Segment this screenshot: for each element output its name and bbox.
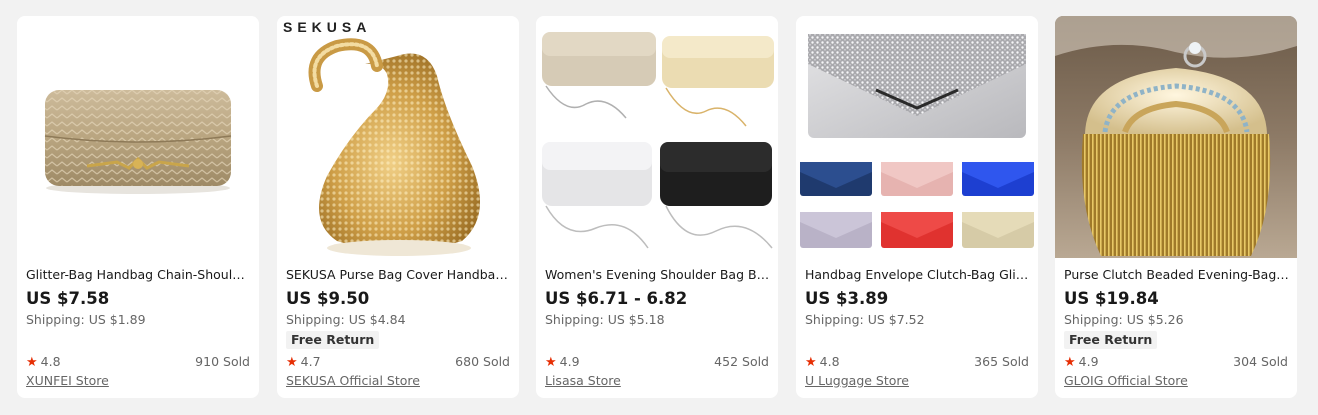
sold-count: 910 Sold <box>195 354 250 369</box>
star-icon: ★ <box>805 355 817 370</box>
product-image[interactable] <box>1055 16 1297 258</box>
store-link[interactable]: Lisasa Store <box>545 373 621 389</box>
product-grid: Glitter-Bag Handbag Chain-Shoulder-Bag E… <box>17 16 1299 398</box>
product-title[interactable]: Glitter-Bag Handbag Chain-Shoulder-Bag E… <box>26 266 252 284</box>
product-card[interactable]: Handbag Envelope Clutch-Bag Glitter Sequ… <box>796 16 1038 398</box>
free-return-badge: Free Return <box>286 331 380 349</box>
rating-value: 4.8 <box>40 354 61 369</box>
rating-value: 4.7 <box>300 354 321 369</box>
product-price: US $19.84 <box>1064 289 1159 308</box>
rating-row: ★ 4.8 910 Sold <box>26 354 250 370</box>
product-title[interactable]: Handbag Envelope Clutch-Bag Glitter Sequ… <box>805 266 1031 284</box>
store-link[interactable]: SEKUSA Official Store <box>286 373 420 389</box>
brand-logo: SEKUSA <box>283 19 371 35</box>
sold-count: 304 Sold <box>1233 354 1288 369</box>
rating-row: ★ 4.8 365 Sold <box>805 354 1029 370</box>
product-price: US $3.89 <box>805 289 889 308</box>
sold-count: 365 Sold <box>974 354 1029 369</box>
star-icon: ★ <box>1064 355 1076 370</box>
free-return-badge: Free Return <box>1064 331 1158 349</box>
star-icon: ★ <box>545 355 557 370</box>
sold-count: 680 Sold <box>455 354 510 369</box>
rating-row: ★ 4.9 304 Sold <box>1064 354 1288 370</box>
product-card[interactable]: SEKUSA SEKUSA Purse Bag Cover Handbag Di… <box>277 16 519 398</box>
shipping-cost: Shipping: US $4.84 <box>286 312 406 327</box>
shipping-cost: Shipping: US $5.18 <box>545 312 665 327</box>
store-link[interactable]: U Luggage Store <box>805 373 909 389</box>
store-link[interactable]: GLOIG Official Store <box>1064 373 1188 389</box>
sold-count: 452 Sold <box>714 354 769 369</box>
product-title[interactable]: Women's Evening Shoulder Bag Bright Silk… <box>545 266 771 284</box>
rating-value: 4.9 <box>559 354 580 369</box>
rating-row: ★ 4.7 680 Sold <box>286 354 510 370</box>
product-title[interactable]: Purse Clutch Beaded Evening-Bags Tassel … <box>1064 266 1290 284</box>
product-image[interactable]: SEKUSA <box>277 16 519 258</box>
product-card[interactable]: Glitter-Bag Handbag Chain-Shoulder-Bag E… <box>17 16 259 398</box>
star-icon: ★ <box>26 355 38 370</box>
rating-row: ★ 4.9 452 Sold <box>545 354 769 370</box>
product-image[interactable] <box>17 16 259 258</box>
shipping-cost: Shipping: US $5.26 <box>1064 312 1184 327</box>
product-image[interactable] <box>536 16 778 258</box>
product-title[interactable]: SEKUSA Purse Bag Cover Handbag Diamonds … <box>286 266 512 284</box>
product-image[interactable] <box>796 16 1038 258</box>
product-card[interactable]: Purse Clutch Beaded Evening-Bags Tassel … <box>1055 16 1297 398</box>
star-icon: ★ <box>286 355 298 370</box>
rating-value: 4.8 <box>819 354 840 369</box>
shipping-cost: Shipping: US $7.52 <box>805 312 925 327</box>
product-price: US $9.50 <box>286 289 370 308</box>
store-link[interactable]: XUNFEI Store <box>26 373 109 389</box>
shipping-cost: Shipping: US $1.89 <box>26 312 146 327</box>
rating-value: 4.9 <box>1078 354 1099 369</box>
product-price: US $7.58 <box>26 289 110 308</box>
product-card[interactable]: Women's Evening Shoulder Bag Bright Silk… <box>536 16 778 398</box>
product-price: US $6.71 - 6.82 <box>545 289 688 308</box>
